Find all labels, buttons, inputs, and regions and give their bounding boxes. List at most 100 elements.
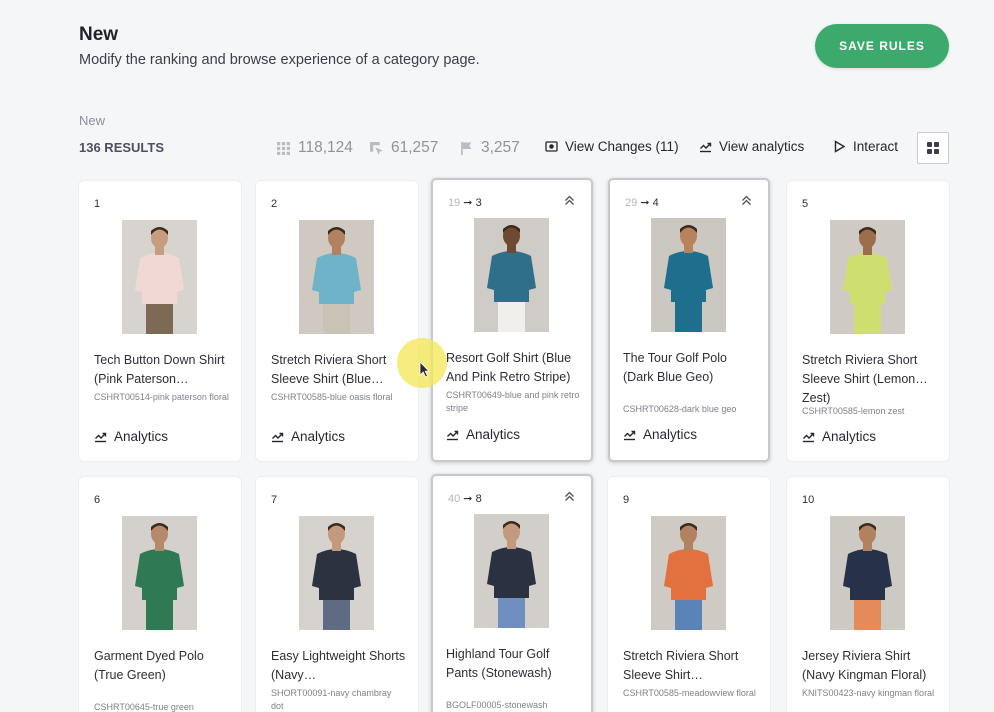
analytics-icon xyxy=(272,432,284,443)
product-card[interactable]: 10 Jersey Riviera Shirt (Navy Kingman Fl… xyxy=(787,477,949,712)
rank-number: 4 xyxy=(652,197,659,209)
previous-rank: 29 xyxy=(625,197,638,209)
product-card[interactable]: 5 Stretch Riviera Short Sleeve Shirt (Le… xyxy=(787,181,949,461)
grid-view-toggle[interactable] xyxy=(917,132,949,164)
product-image xyxy=(651,218,726,332)
product-card[interactable]: 9 Stretch Riviera Short Sleeve Shirt… CS… xyxy=(608,477,770,712)
product-sku: KNITS00423-navy kingman floral xyxy=(802,688,935,698)
analytics-button[interactable]: Analytics xyxy=(271,429,345,444)
rank-number: 10 xyxy=(802,494,815,506)
rank-number: 1 xyxy=(94,198,101,210)
product-name: Stretch Riviera Short Sleeve Shirt… xyxy=(623,649,739,682)
conversions-stat: 3,257 xyxy=(460,139,520,157)
mouse-pointer-icon xyxy=(419,361,430,378)
analytics-button[interactable]: Analytics xyxy=(802,429,876,444)
product-card[interactable]: 1 Tech Button Down Shirt (Pink Paterson…… xyxy=(79,181,241,461)
product-image xyxy=(474,514,549,628)
rank-number: 7 xyxy=(271,494,278,506)
analytics-label: Analytics xyxy=(291,429,346,444)
product-name: Easy Lightweight Shorts (Navy… xyxy=(271,649,406,682)
product-sku: CSHRT00585-lemon zest xyxy=(802,406,905,416)
product-image xyxy=(299,220,374,334)
product-card-reranked[interactable]: 19 ➞ 3 Resort Golf Shirt (Blue And Pink … xyxy=(431,178,593,462)
rank-number: 9 xyxy=(623,494,630,506)
view-changes-label: View Changes (11) xyxy=(565,139,679,154)
page-subtitle: Modify the ranking and browse experience… xyxy=(79,52,480,68)
product-image xyxy=(122,516,197,630)
product-sku: CSHRT00628-dark blue geo xyxy=(623,404,737,414)
product-card[interactable]: 6 Garment Dyed Polo (True Green) CSHRT00… xyxy=(79,477,241,712)
product-card[interactable]: 2 Stretch Riviera Short Sleeve Shirt (Bl… xyxy=(256,181,418,461)
previous-rank: 40 xyxy=(448,493,461,505)
clicks-stat: 61,257 xyxy=(370,139,438,157)
view-analytics-label: View analytics xyxy=(719,139,805,154)
product-name: Highland Tour Golf Pants (Stonewash) xyxy=(446,647,552,680)
product-name: Jersey Riviera Shirt (Navy Kingman Flora… xyxy=(802,649,927,682)
double-chevron-up-icon[interactable] xyxy=(564,195,575,206)
product-name: Garment Dyed Polo (True Green) xyxy=(94,649,204,682)
page-title: New xyxy=(79,24,119,45)
product-image xyxy=(651,516,726,630)
rank-change: 19 ➞ 3 xyxy=(448,197,482,209)
double-chevron-up-icon[interactable] xyxy=(564,491,575,502)
analytics-icon xyxy=(624,430,636,441)
analytics-button[interactable]: Analytics xyxy=(94,429,168,444)
rank-change: 29 ➞ 4 xyxy=(625,197,659,209)
conversions-value: 3,257 xyxy=(481,139,520,156)
product-image xyxy=(474,218,549,332)
impressions-value: 118,124 xyxy=(298,139,353,156)
rank-number: 5 xyxy=(802,198,809,210)
previous-rank: 19 xyxy=(448,197,461,209)
grid-dots-icon xyxy=(277,141,290,155)
analytics-label: Analytics xyxy=(822,429,877,444)
flag-icon xyxy=(461,141,472,155)
rank-number: 6 xyxy=(94,494,101,506)
cursor-click-icon xyxy=(370,141,383,155)
analytics-icon xyxy=(447,430,459,441)
analytics-label: Analytics xyxy=(114,429,169,444)
double-chevron-up-icon[interactable] xyxy=(741,195,752,206)
product-card[interactable]: 7 Easy Lightweight Shorts (Navy… SHORT00… xyxy=(256,477,418,712)
rank-number: 8 xyxy=(475,493,482,505)
eye-icon xyxy=(545,141,558,152)
clicks-value: 61,257 xyxy=(391,139,439,156)
interact-button[interactable]: Interact xyxy=(833,139,898,154)
analytics-label: Analytics xyxy=(466,427,521,442)
interact-label: Interact xyxy=(853,139,899,154)
product-image xyxy=(830,220,905,334)
analytics-icon xyxy=(700,142,712,153)
analytics-icon xyxy=(803,432,815,443)
rank-number: 3 xyxy=(475,197,482,209)
product-sku: CSHRT00645-true green xyxy=(94,702,194,712)
product-sku: SHORT00091-navy chambray dot xyxy=(271,688,392,711)
product-name: The Tour Golf Polo (Dark Blue Geo) xyxy=(623,351,727,384)
view-analytics-button[interactable]: View analytics xyxy=(699,139,804,154)
product-name: Resort Golf Shirt (Blue And Pink Retro S… xyxy=(446,351,572,384)
grid-icon xyxy=(927,142,939,154)
analytics-label: Analytics xyxy=(643,427,698,442)
product-sku: CSHRT00585-blue oasis floral xyxy=(271,392,393,402)
product-card-reranked[interactable]: 40 ➞ 8 Highland Tour Golf Pants (Stonewa… xyxy=(431,474,593,712)
product-name: Stretch Riviera Short Sleeve Shirt (Lemo… xyxy=(802,353,928,405)
impressions-stat: 118,124 xyxy=(277,139,353,157)
product-image xyxy=(299,516,374,630)
results-count: 136 RESULTS xyxy=(79,140,165,155)
save-rules-button[interactable]: SAVE RULES xyxy=(815,24,949,68)
product-sku: BGOLF00005-stonewash xyxy=(446,700,548,710)
rank-number: 2 xyxy=(271,198,278,210)
product-image xyxy=(830,516,905,630)
product-image xyxy=(122,220,197,334)
product-name: Stretch Riviera Short Sleeve Shirt (Blue… xyxy=(271,353,387,386)
product-card-reranked[interactable]: 29 ➞ 4 The Tour Golf Polo (Dark Blue Geo… xyxy=(608,178,770,462)
analytics-button[interactable]: Analytics xyxy=(446,427,520,442)
product-sku: CSHRT00514-pink paterson floral xyxy=(94,392,229,402)
breadcrumb: New xyxy=(79,113,106,128)
product-name: Tech Button Down Shirt (Pink Paterson… xyxy=(94,353,225,386)
play-icon xyxy=(834,140,846,153)
analytics-button[interactable]: Analytics xyxy=(623,427,697,442)
product-sku: CSHRT00649-blue and pink retro stripe xyxy=(446,390,580,413)
product-sku: CSHRT00585-meadowview floral xyxy=(623,688,756,698)
view-changes-button[interactable]: View Changes (11) xyxy=(545,139,679,154)
analytics-icon xyxy=(95,432,107,443)
rank-change: 40 ➞ 8 xyxy=(448,493,482,505)
